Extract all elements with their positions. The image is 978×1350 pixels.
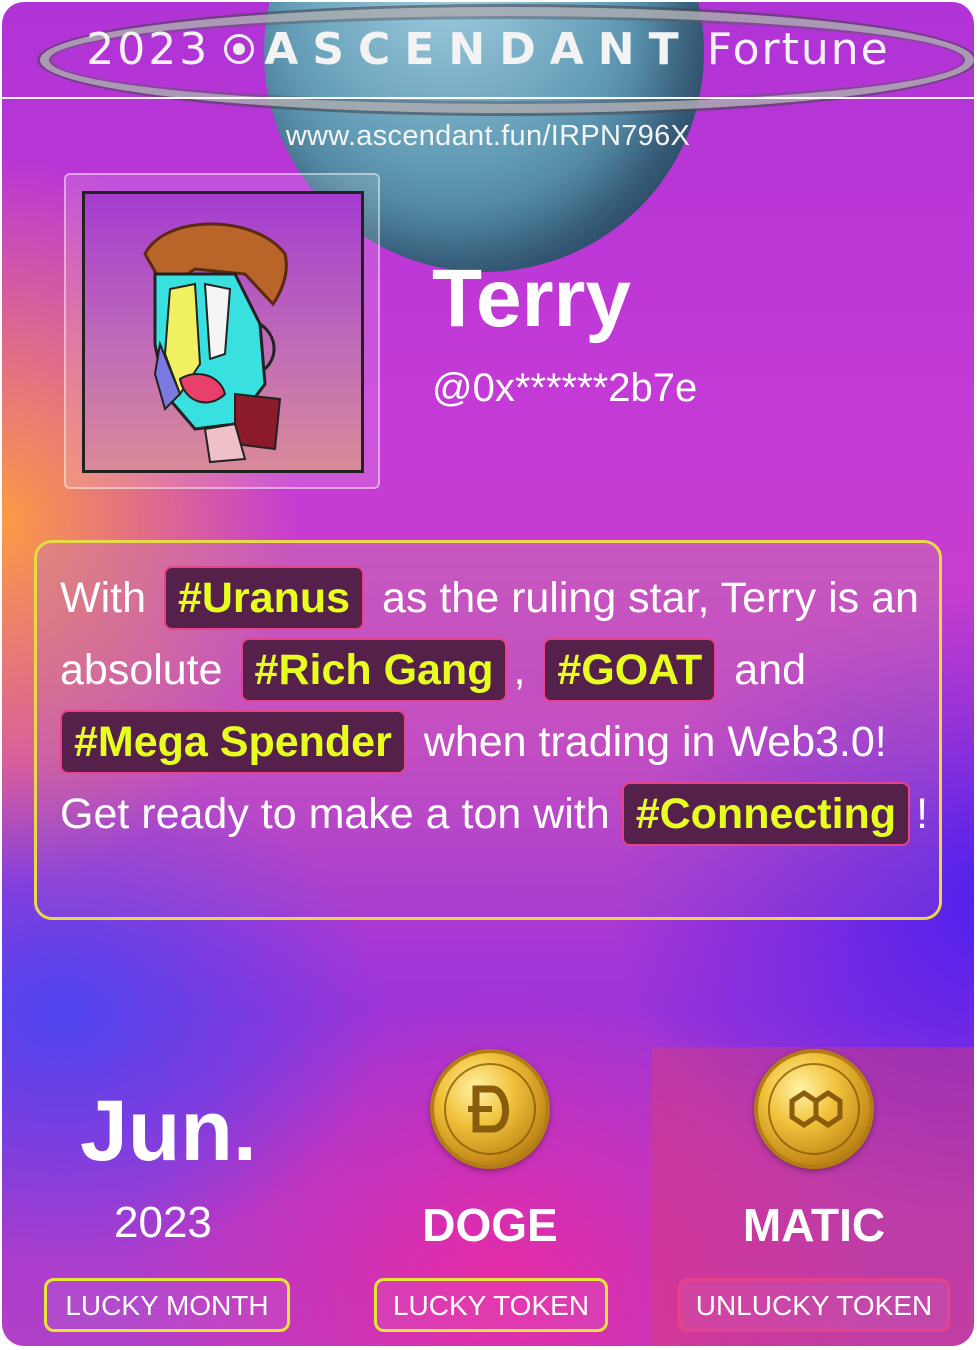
brand-year: 2023 <box>86 24 211 75</box>
fortune-text-part: , <box>513 646 526 694</box>
brand-header: 2023 ASCENDANT Fortune <box>2 24 974 75</box>
brand-name: ASCENDANT <box>264 24 693 75</box>
user-handle: @0x******2b7e <box>432 366 698 410</box>
portrait-illustration <box>143 222 288 464</box>
header-divider <box>2 97 974 99</box>
fortune-card: 2023 ASCENDANT Fortune www.ascendant.fun/… <box>2 2 974 1346</box>
avatar-frame <box>64 173 380 489</box>
unlucky-token-name: MATIC <box>742 1199 886 1251</box>
tag-trait: #Rich Gang <box>240 638 508 702</box>
target-icon <box>224 34 255 65</box>
polygon-icon <box>754 1049 874 1169</box>
lucky-month-label: LUCKY MONTH <box>44 1278 290 1332</box>
fortune-text-part: With <box>60 574 146 622</box>
fortune-text-part: and <box>734 646 807 694</box>
fortune-text-part: ! <box>916 790 929 838</box>
lucky-token-label: LUCKY TOKEN <box>374 1278 608 1332</box>
lucky-month-year: 2023 <box>114 1198 212 1247</box>
fortune-text: With #Uranus as the ruling star, Terry i… <box>60 562 940 850</box>
tag-trait: #GOAT <box>543 638 717 702</box>
tag-ruling-star: #Uranus <box>163 566 365 630</box>
dogecoin-icon <box>430 1049 550 1169</box>
unlucky-token-label: UNLUCKY TOKEN <box>678 1278 950 1332</box>
avatar <box>82 191 364 473</box>
share-url[interactable]: www.ascendant.fun/IRPN796X <box>2 120 974 153</box>
user-name: Terry <box>432 253 632 344</box>
tag-action: #Connecting <box>621 782 911 846</box>
tag-trait: #Mega Spender <box>60 710 406 774</box>
lucky-token-name: DOGE <box>422 1199 558 1251</box>
lucky-month-value: Jun. <box>80 1083 257 1179</box>
brand-suffix: Fortune <box>706 24 890 75</box>
